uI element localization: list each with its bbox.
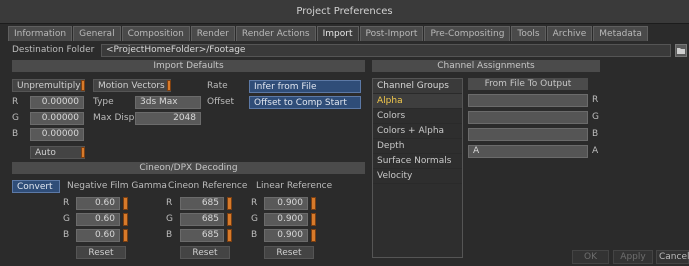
cineon-header: Cineon/DPX Decoding xyxy=(12,162,365,174)
cineon-ref-b-label: B xyxy=(166,230,173,240)
cineon-ref-label: Cineon Reference xyxy=(168,181,248,191)
linear-ref-g-slider[interactable] xyxy=(311,213,316,226)
import-r-label: R xyxy=(12,97,19,107)
cineon-ref-b-field[interactable]: 685 xyxy=(180,229,224,242)
cineon-ref-r-slider[interactable] xyxy=(227,197,232,210)
linear-ref-label: Linear Reference xyxy=(256,181,333,191)
cineon-ref-b-slider[interactable] xyxy=(227,229,232,242)
max-disp-label: Max Disp xyxy=(93,113,135,123)
rate-dropdown[interactable]: Infer from File xyxy=(249,80,361,93)
output-a-label: A xyxy=(592,146,599,156)
channel-group-item[interactable]: Alpha xyxy=(373,94,462,109)
output-r-label: R xyxy=(592,95,599,105)
output-g-label: G xyxy=(592,112,599,122)
import-r-field[interactable]: 0.00000 xyxy=(30,96,84,109)
offset-label: Offset xyxy=(207,97,235,107)
linear-ref-b-slider[interactable] xyxy=(311,229,316,242)
linear-ref-r-slider[interactable] xyxy=(311,197,316,210)
neg-gamma-b-label: B xyxy=(63,230,70,240)
cineon-ref-g-field[interactable]: 685 xyxy=(180,213,224,226)
cineon-ref-r-field[interactable]: 685 xyxy=(180,197,224,210)
channel-groups-list: Channel Groups Alpha Colors Colors + Alp… xyxy=(372,78,463,258)
output-b-label: B xyxy=(592,129,599,139)
neg-gamma-r-slider[interactable] xyxy=(123,197,128,210)
channel-group-item[interactable]: Velocity xyxy=(373,169,462,184)
type-label: Type xyxy=(93,97,114,107)
linear-ref-g-label: G xyxy=(251,214,258,224)
rate-label: Rate xyxy=(207,81,228,91)
cineon-ref-g-label: G xyxy=(166,214,173,224)
neg-gamma-r-label: R xyxy=(63,198,70,208)
offset-dropdown[interactable]: Offset to Comp Start xyxy=(249,96,361,109)
tab-render-actions[interactable]: Render Actions xyxy=(235,26,316,41)
output-a-field[interactable]: A xyxy=(468,145,588,158)
motion-vectors-toggle[interactable]: Motion Vectors xyxy=(93,79,171,92)
tab-bar: Information General Composition Render R… xyxy=(8,26,649,41)
neg-gamma-r-field[interactable]: 0.60 xyxy=(76,197,120,210)
channel-group-item[interactable]: Depth xyxy=(373,139,462,154)
unpremultiply-indicator xyxy=(81,80,85,91)
title-bar: Project Preferences xyxy=(0,0,689,24)
folder-browse-icon[interactable] xyxy=(675,44,687,57)
channel-group-item[interactable]: Surface Normals xyxy=(373,154,462,169)
linear-ref-r-label: R xyxy=(251,198,258,208)
cineon-ref-g-slider[interactable] xyxy=(227,213,232,226)
unpremultiply-label: Unpremultiply xyxy=(17,81,81,91)
tab-pre-compositing[interactable]: Pre-Compositing xyxy=(424,26,511,41)
tab-information[interactable]: Information xyxy=(8,26,73,41)
ok-button[interactable]: OK xyxy=(572,250,609,264)
destination-folder-label: Destination Folder xyxy=(12,45,95,55)
import-b-label: B xyxy=(12,129,19,139)
auto-label: Auto xyxy=(35,148,56,158)
destination-folder-field[interactable]: <ProjectHomeFolder>/Footage xyxy=(101,44,671,57)
tab-metadata[interactable]: Metadata xyxy=(593,26,648,41)
tab-archive[interactable]: Archive xyxy=(546,26,593,41)
channel-groups-header: Channel Groups xyxy=(373,79,462,94)
tab-tools[interactable]: Tools xyxy=(511,26,546,41)
unpremultiply-toggle[interactable]: Unpremultiply xyxy=(12,79,85,92)
neg-gamma-b-slider[interactable] xyxy=(123,229,128,242)
import-b-field[interactable]: 0.00000 xyxy=(30,128,84,141)
output-g-field[interactable] xyxy=(468,111,588,124)
channel-assignments-header: Channel Assignments xyxy=(372,60,600,72)
convert-button[interactable]: Convert xyxy=(12,180,60,193)
tab-post-import[interactable]: Post-Import xyxy=(359,26,424,41)
linear-ref-reset-button[interactable]: Reset xyxy=(264,246,314,259)
window-title: Project Preferences xyxy=(296,6,393,17)
output-b-field[interactable] xyxy=(468,128,588,141)
linear-ref-r-field[interactable]: 0.900 xyxy=(264,197,308,210)
tab-render[interactable]: Render xyxy=(190,26,235,41)
output-header: From File To Output xyxy=(468,78,588,90)
motion-vectors-label: Motion Vectors xyxy=(98,81,165,91)
neg-gamma-b-field[interactable]: 0.60 xyxy=(76,229,120,242)
auto-button[interactable]: Auto xyxy=(30,146,85,159)
tab-import[interactable]: Import xyxy=(316,26,359,41)
max-disp-field[interactable]: 2048 xyxy=(135,112,201,125)
linear-ref-b-field[interactable]: 0.900 xyxy=(264,229,308,242)
import-defaults-header: Import Defaults xyxy=(12,60,365,72)
channel-group-item[interactable]: Colors xyxy=(373,109,462,124)
tab-composition[interactable]: Composition xyxy=(121,26,190,41)
cineon-ref-reset-button[interactable]: Reset xyxy=(180,246,230,259)
type-field[interactable]: 3ds Max xyxy=(135,96,201,109)
linear-ref-b-label: B xyxy=(251,230,258,240)
import-g-label: G xyxy=(12,113,19,123)
neg-gamma-reset-button[interactable]: Reset xyxy=(76,246,126,259)
neg-gamma-label: Negative Film Gamma xyxy=(67,181,167,191)
cancel-button[interactable]: Cancel xyxy=(656,250,689,264)
linear-ref-g-field[interactable]: 0.900 xyxy=(264,213,308,226)
motion-vectors-indicator xyxy=(167,80,171,91)
cineon-ref-r-label: R xyxy=(166,198,173,208)
neg-gamma-g-field[interactable]: 0.60 xyxy=(76,213,120,226)
apply-button[interactable]: Apply xyxy=(613,250,653,264)
neg-gamma-g-slider[interactable] xyxy=(123,213,128,226)
import-g-field[interactable]: 0.00000 xyxy=(30,112,84,125)
tab-general[interactable]: General xyxy=(73,26,121,41)
output-r-field[interactable] xyxy=(468,94,588,107)
channel-group-item[interactable]: Colors + Alpha xyxy=(373,124,462,139)
auto-indicator xyxy=(81,147,85,158)
neg-gamma-g-label: G xyxy=(63,214,70,224)
